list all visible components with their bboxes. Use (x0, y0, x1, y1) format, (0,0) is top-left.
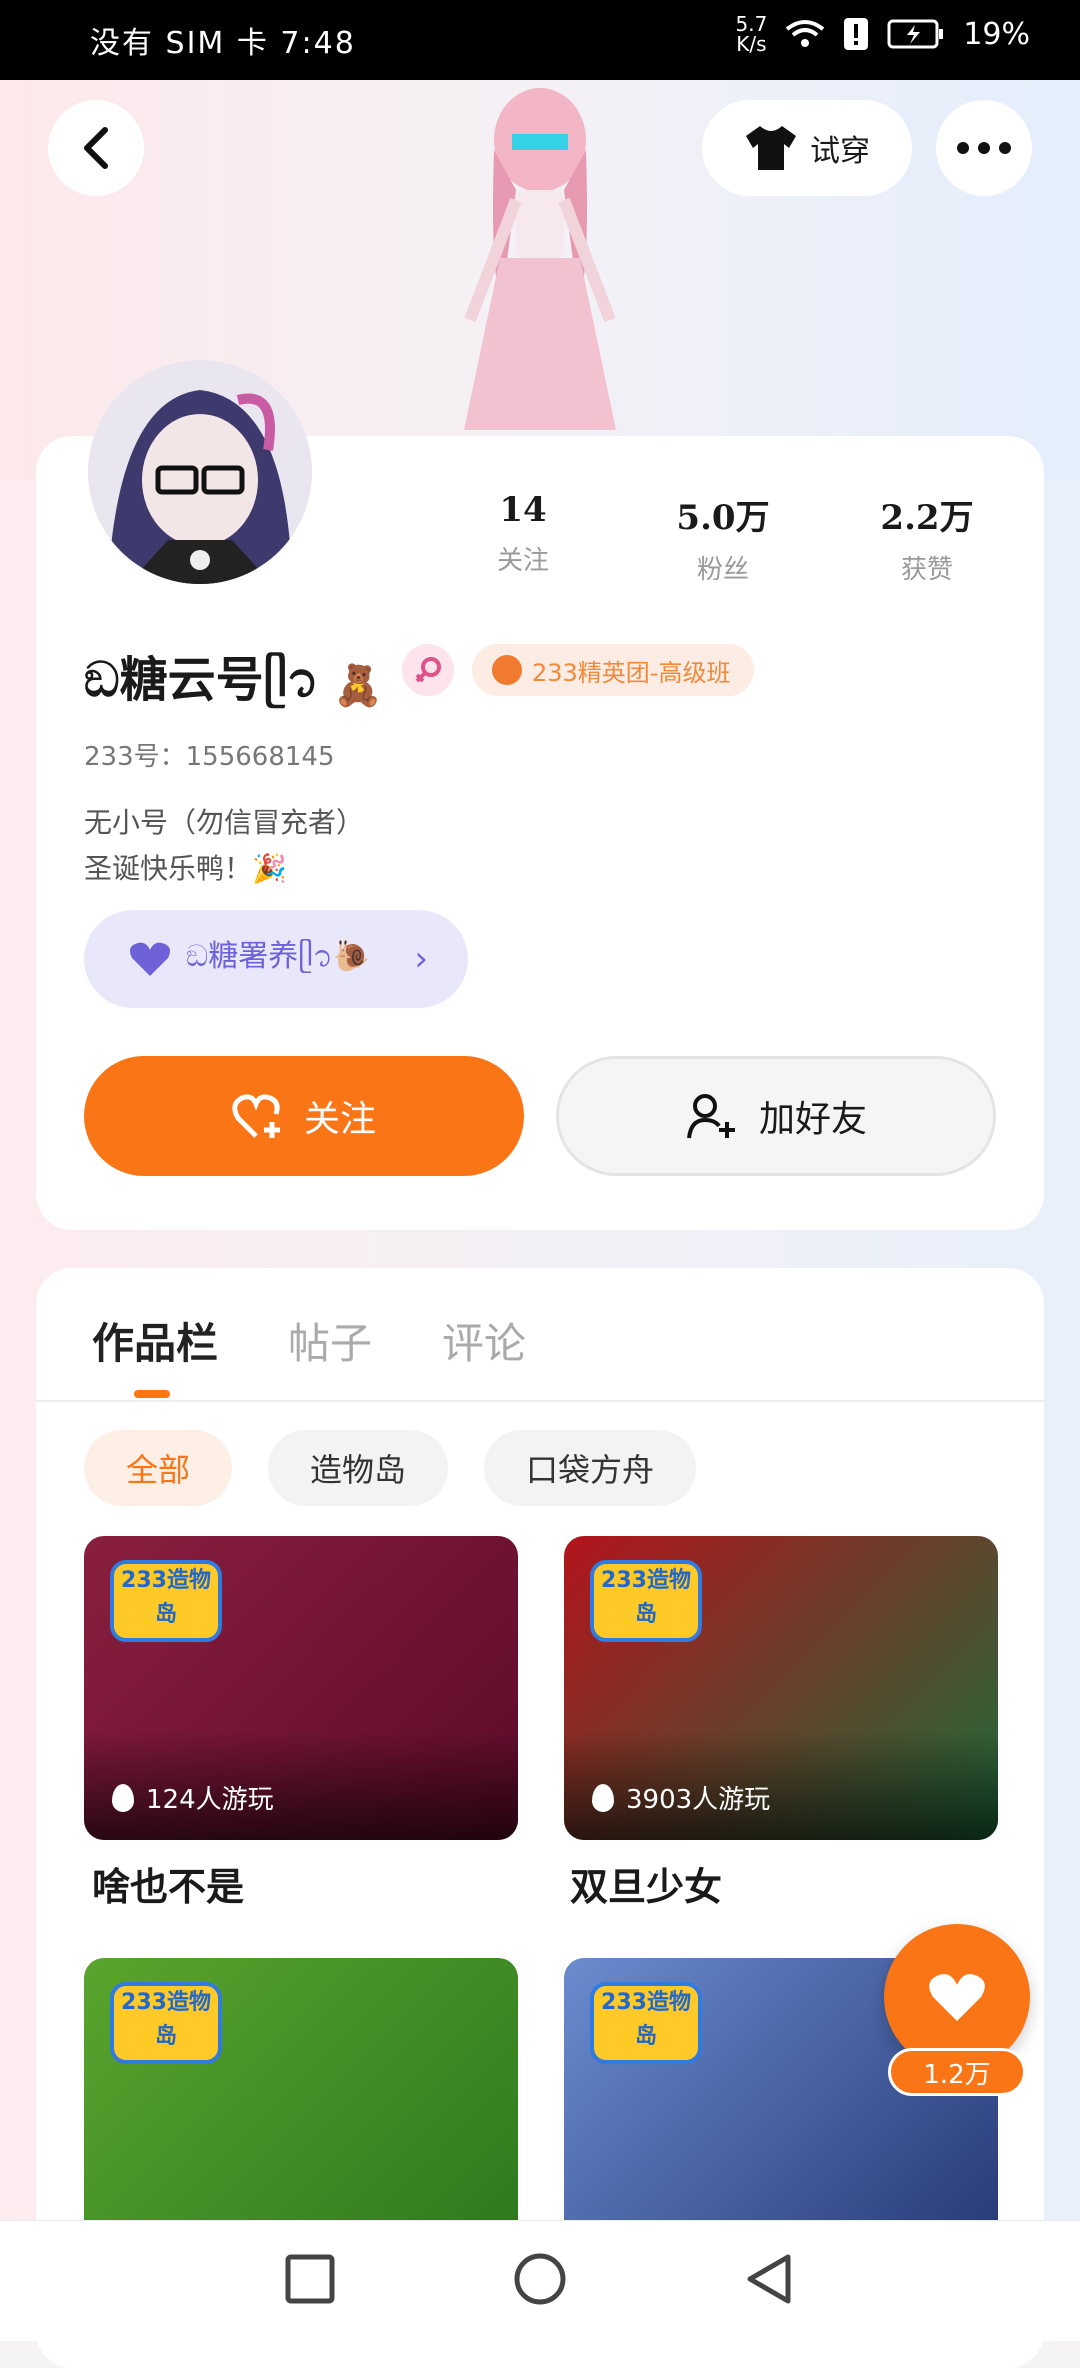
status-bar: 没有 SIM 卡 7:48 5.7 K/s 19% (0, 0, 1080, 80)
more-button[interactable] (936, 100, 1032, 196)
square-icon[interactable] (282, 2251, 338, 2307)
chevron-right-icon: › (414, 939, 428, 979)
active-tab-indicator (134, 1390, 170, 1398)
flame-icon (112, 1783, 134, 1812)
gender-badge (402, 644, 454, 696)
user-id: 233号：155668145 (84, 742, 335, 772)
bear-emoji: 🧸 (333, 662, 383, 709)
circle-icon[interactable] (512, 2251, 568, 2307)
tab-divider (36, 1400, 1044, 1402)
clock: 7:48 (280, 26, 356, 61)
wifi-icon (786, 20, 825, 47)
game-logo: 233造物岛 (110, 1982, 222, 2064)
avatar[interactable] (88, 360, 312, 584)
group-pill[interactable]: ඞ糖署养ᥫ᭡🐌 › (84, 910, 468, 1008)
work-card[interactable]: 233造物岛 (84, 1958, 518, 2220)
game-logo: 233造物岛 (110, 1560, 222, 1642)
heart-icon (130, 942, 170, 976)
game-logo: 233造物岛 (590, 1560, 702, 1642)
add-friend-button[interactable]: 加好友 (556, 1056, 996, 1176)
work-card[interactable]: 233造物岛 3903人游玩 (564, 1536, 998, 1840)
back-icon (84, 127, 108, 169)
tshirt-icon (746, 126, 796, 170)
alert-icon (844, 18, 869, 50)
carrier-text: 没有 SIM 卡 (90, 26, 269, 61)
female-icon (415, 657, 441, 683)
bio: 无小号（勿信冒充者） 圣诞快乐鸭！🎉 (84, 806, 365, 885)
play-count: 3903人游玩 (592, 1779, 770, 1816)
back-button[interactable] (48, 100, 144, 196)
rank-badge[interactable]: 233精英团-高级班 (472, 644, 755, 696)
work-card[interactable]: 233造物岛 124人游玩 (84, 1536, 518, 1840)
try-on-button[interactable]: 试穿 (702, 100, 912, 196)
content-tabs: 作品栏 帖子 评论 (92, 1300, 526, 1381)
rank-icon (492, 655, 522, 685)
network-speed: 5.7 K/s (735, 12, 768, 56)
stat-likes[interactable]: 2.2万 获赞 (852, 490, 1002, 586)
stat-following[interactable]: 14 关注 (448, 490, 598, 577)
stat-followers[interactable]: 5.0万 粉丝 (648, 490, 798, 586)
chip-pocket-ark[interactable]: 口袋方舟 (484, 1430, 697, 1506)
filter-chips: 全部 造物岛 口袋方舟 (84, 1430, 697, 1506)
tab-comments[interactable]: 评论 (442, 1300, 526, 1381)
avatar-figure (464, 88, 616, 430)
work-title[interactable]: 啥也不是 (92, 1856, 244, 1911)
flame-icon (592, 1783, 614, 1812)
work-title[interactable]: 双旦少女 (570, 1856, 722, 1911)
more-icon (957, 142, 1011, 154)
like-count: 1.2万 (888, 2048, 1026, 2096)
heart-plus-icon (232, 1094, 280, 1138)
triangle-back-icon[interactable] (742, 2251, 798, 2307)
chip-all[interactable]: 全部 (84, 1430, 233, 1506)
battery-level: 19% (963, 16, 1030, 52)
play-count: 124人游玩 (112, 1779, 274, 1816)
battery-icon (887, 19, 944, 49)
follow-button[interactable]: 关注 (84, 1056, 524, 1176)
system-nav-bar (0, 2220, 1080, 2341)
try-on-label: 试穿 (810, 134, 870, 169)
heart-icon (929, 1974, 985, 2021)
add-user-icon (686, 1094, 735, 1139)
tab-works[interactable]: 作品栏 (92, 1300, 218, 1381)
profile-name: ඞ糖云号ᥫ᭡ 🧸 (84, 652, 383, 709)
chip-creation-island[interactable]: 造物岛 (268, 1430, 449, 1506)
tab-posts[interactable]: 帖子 (288, 1300, 372, 1381)
game-logo: 233造物岛 (590, 1982, 702, 2064)
